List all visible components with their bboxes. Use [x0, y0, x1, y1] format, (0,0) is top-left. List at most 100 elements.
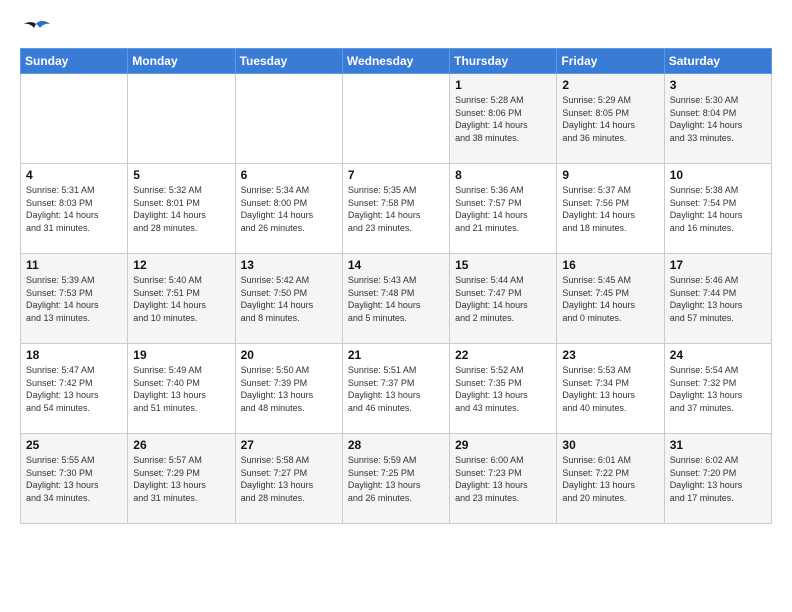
day-info: Sunrise: 5:57 AM Sunset: 7:29 PM Dayligh…: [133, 454, 229, 504]
day-number: 1: [455, 78, 551, 92]
day-number: 8: [455, 168, 551, 182]
day-number: 10: [670, 168, 766, 182]
day-cell-17: 17 Sunrise: 5:46 AM Sunset: 7:44 PM Dayli…: [664, 254, 771, 344]
weekday-header-saturday: Saturday: [664, 49, 771, 74]
day-number: 7: [348, 168, 444, 182]
weekday-header-row: SundayMondayTuesdayWednesdayThursdayFrid…: [21, 49, 772, 74]
page: SundayMondayTuesdayWednesdayThursdayFrid…: [0, 0, 792, 534]
day-number: 24: [670, 348, 766, 362]
day-info: Sunrise: 5:32 AM Sunset: 8:01 PM Dayligh…: [133, 184, 229, 234]
day-cell-12: 12Sunrise: 5:40 AM Sunset: 7:51 PM Dayli…: [128, 254, 235, 344]
day-number: 20: [241, 348, 337, 362]
weekday-header-friday: Friday: [557, 49, 664, 74]
day-cell-22: 22 Sunrise: 5:52 AM Sunset: 7:35 PM Dayli…: [450, 344, 557, 434]
day-number: 16: [562, 258, 658, 272]
day-info: Sunrise: 5:45 AM Sunset: 7:45 PM Dayligh…: [562, 274, 658, 324]
day-info: Sunrise: 5:39 AM Sunset: 7:53 PM Dayligh…: [26, 274, 122, 324]
day-number: 21: [348, 348, 444, 362]
day-info: Sunrise: 5:29 AM Sunset: 8:05 PM Dayligh…: [562, 94, 658, 144]
empty-cell: [235, 74, 342, 164]
day-info: Sunrise: 5:28 AM Sunset: 8:06 PM Dayligh…: [455, 94, 551, 144]
week-row-4: 25 Sunrise: 5:55 AM Sunset: 7:30 PM Dayli…: [21, 434, 772, 524]
weekday-header-monday: Monday: [128, 49, 235, 74]
day-cell-18: 18 Sunrise: 5:47 AM Sunset: 7:42 PM Dayli…: [21, 344, 128, 434]
calendar: SundayMondayTuesdayWednesdayThursdayFrid…: [20, 48, 772, 524]
week-row-3: 18 Sunrise: 5:47 AM Sunset: 7:42 PM Dayli…: [21, 344, 772, 434]
day-info: Sunrise: 5:54 AM Sunset: 7:32 PM Dayligh…: [670, 364, 766, 414]
day-cell-9: 9 Sunrise: 5:37 AM Sunset: 7:56 PM Daylig…: [557, 164, 664, 254]
day-info: Sunrise: 6:02 AM Sunset: 7:20 PM Dayligh…: [670, 454, 766, 504]
day-cell-25: 25 Sunrise: 5:55 AM Sunset: 7:30 PM Dayli…: [21, 434, 128, 524]
day-number: 5: [133, 168, 229, 182]
day-number: 3: [670, 78, 766, 92]
day-number: 4: [26, 168, 122, 182]
day-cell-14: 14 Sunrise: 5:43 AM Sunset: 7:48 PM Dayli…: [342, 254, 449, 344]
day-number: 19: [133, 348, 229, 362]
day-number: 17: [670, 258, 766, 272]
week-row-1: 4 Sunrise: 5:31 AM Sunset: 8:03 PM Daylig…: [21, 164, 772, 254]
day-cell-26: 26 Sunrise: 5:57 AM Sunset: 7:29 PM Dayli…: [128, 434, 235, 524]
day-cell-7: 7 Sunrise: 5:35 AM Sunset: 7:58 PM Daylig…: [342, 164, 449, 254]
day-cell-28: 28Sunrise: 5:59 AM Sunset: 7:25 PM Dayli…: [342, 434, 449, 524]
week-row-0: 1 Sunrise: 5:28 AM Sunset: 8:06 PM Daylig…: [21, 74, 772, 164]
weekday-header-thursday: Thursday: [450, 49, 557, 74]
day-cell-27: 27 Sunrise: 5:58 AM Sunset: 7:27 PM Dayli…: [235, 434, 342, 524]
week-row-2: 11Sunrise: 5:39 AM Sunset: 7:53 PM Dayli…: [21, 254, 772, 344]
day-number: 14: [348, 258, 444, 272]
logo-bird-icon: [22, 20, 50, 42]
empty-cell: [21, 74, 128, 164]
day-number: 29: [455, 438, 551, 452]
day-info: Sunrise: 5:42 AM Sunset: 7:50 PM Dayligh…: [241, 274, 337, 324]
day-info: Sunrise: 5:43 AM Sunset: 7:48 PM Dayligh…: [348, 274, 444, 324]
weekday-header-tuesday: Tuesday: [235, 49, 342, 74]
day-number: 6: [241, 168, 337, 182]
day-number: 25: [26, 438, 122, 452]
day-cell-8: 8 Sunrise: 5:36 AM Sunset: 7:57 PM Daylig…: [450, 164, 557, 254]
day-info: Sunrise: 5:31 AM Sunset: 8:03 PM Dayligh…: [26, 184, 122, 234]
day-info: Sunrise: 6:01 AM Sunset: 7:22 PM Dayligh…: [562, 454, 658, 504]
day-info: Sunrise: 5:30 AM Sunset: 8:04 PM Dayligh…: [670, 94, 766, 144]
day-number: 9: [562, 168, 658, 182]
day-info: Sunrise: 5:50 AM Sunset: 7:39 PM Dayligh…: [241, 364, 337, 414]
day-info: Sunrise: 6:00 AM Sunset: 7:23 PM Dayligh…: [455, 454, 551, 504]
day-cell-15: 15Sunrise: 5:44 AM Sunset: 7:47 PM Dayli…: [450, 254, 557, 344]
header: [20, 20, 772, 38]
day-info: Sunrise: 5:53 AM Sunset: 7:34 PM Dayligh…: [562, 364, 658, 414]
day-cell-10: 10 Sunrise: 5:38 AM Sunset: 7:54 PM Dayli…: [664, 164, 771, 254]
day-info: Sunrise: 5:55 AM Sunset: 7:30 PM Dayligh…: [26, 454, 122, 504]
logo: [20, 20, 50, 38]
day-number: 28: [348, 438, 444, 452]
day-number: 27: [241, 438, 337, 452]
day-info: Sunrise: 5:35 AM Sunset: 7:58 PM Dayligh…: [348, 184, 444, 234]
day-cell-4: 4 Sunrise: 5:31 AM Sunset: 8:03 PM Daylig…: [21, 164, 128, 254]
day-info: Sunrise: 5:46 AM Sunset: 7:44 PM Dayligh…: [670, 274, 766, 324]
day-cell-6: 6 Sunrise: 5:34 AM Sunset: 8:00 PM Daylig…: [235, 164, 342, 254]
day-info: Sunrise: 5:40 AM Sunset: 7:51 PM Dayligh…: [133, 274, 229, 324]
day-number: 18: [26, 348, 122, 362]
day-cell-5: 5 Sunrise: 5:32 AM Sunset: 8:01 PM Daylig…: [128, 164, 235, 254]
day-cell-13: 13Sunrise: 5:42 AM Sunset: 7:50 PM Dayli…: [235, 254, 342, 344]
day-number: 26: [133, 438, 229, 452]
day-info: Sunrise: 5:47 AM Sunset: 7:42 PM Dayligh…: [26, 364, 122, 414]
weekday-header-wednesday: Wednesday: [342, 49, 449, 74]
day-info: Sunrise: 5:49 AM Sunset: 7:40 PM Dayligh…: [133, 364, 229, 414]
day-info: Sunrise: 5:51 AM Sunset: 7:37 PM Dayligh…: [348, 364, 444, 414]
day-info: Sunrise: 5:38 AM Sunset: 7:54 PM Dayligh…: [670, 184, 766, 234]
day-number: 22: [455, 348, 551, 362]
day-cell-31: 31 Sunrise: 6:02 AM Sunset: 7:20 PM Dayli…: [664, 434, 771, 524]
day-info: Sunrise: 5:58 AM Sunset: 7:27 PM Dayligh…: [241, 454, 337, 504]
day-cell-20: 20 Sunrise: 5:50 AM Sunset: 7:39 PM Dayli…: [235, 344, 342, 434]
day-cell-23: 23 Sunrise: 5:53 AM Sunset: 7:34 PM Dayli…: [557, 344, 664, 434]
day-info: Sunrise: 5:44 AM Sunset: 7:47 PM Dayligh…: [455, 274, 551, 324]
day-info: Sunrise: 5:36 AM Sunset: 7:57 PM Dayligh…: [455, 184, 551, 234]
day-cell-29: 29 Sunrise: 6:00 AM Sunset: 7:23 PM Dayli…: [450, 434, 557, 524]
day-info: Sunrise: 5:37 AM Sunset: 7:56 PM Dayligh…: [562, 184, 658, 234]
day-info: Sunrise: 5:52 AM Sunset: 7:35 PM Dayligh…: [455, 364, 551, 414]
empty-cell: [342, 74, 449, 164]
day-number: 23: [562, 348, 658, 362]
day-number: 31: [670, 438, 766, 452]
day-number: 30: [562, 438, 658, 452]
day-cell-11: 11Sunrise: 5:39 AM Sunset: 7:53 PM Dayli…: [21, 254, 128, 344]
weekday-header-sunday: Sunday: [21, 49, 128, 74]
day-info: Sunrise: 5:34 AM Sunset: 8:00 PM Dayligh…: [241, 184, 337, 234]
